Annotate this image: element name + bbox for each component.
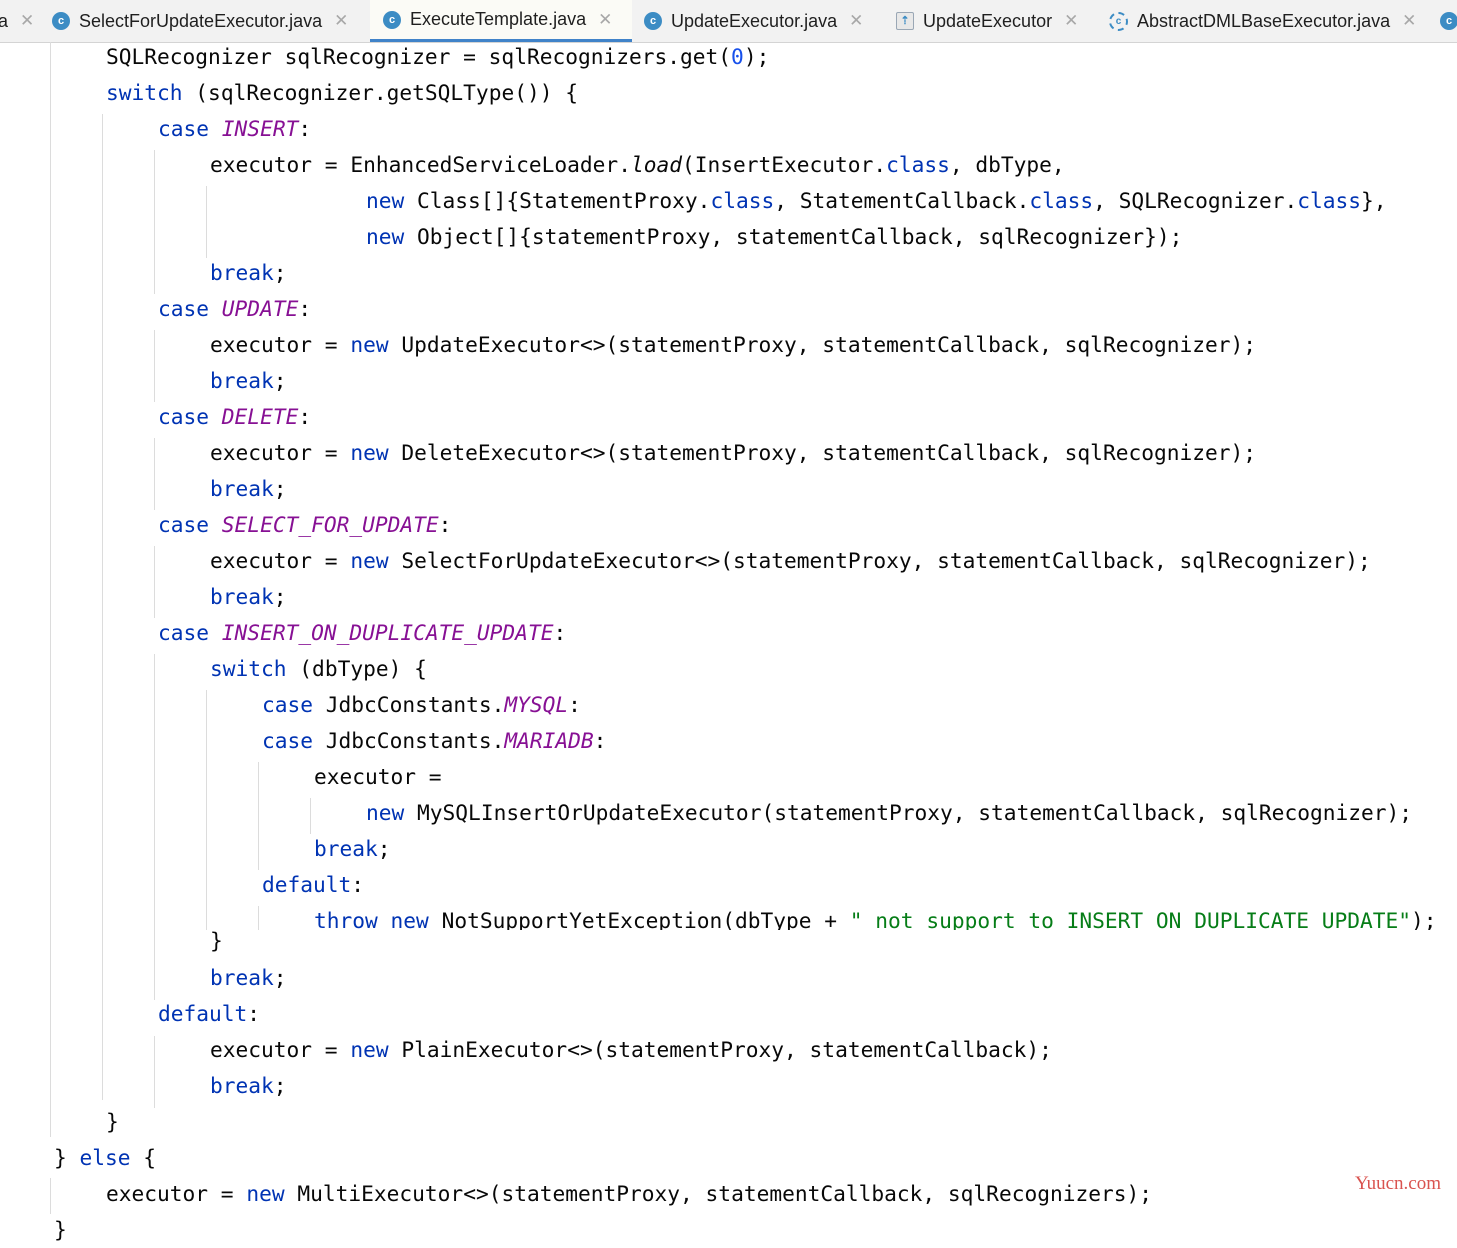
structure-icon: ⇡ bbox=[896, 12, 914, 30]
indent-guide bbox=[258, 762, 259, 870]
abstract-class-icon: c bbox=[1109, 11, 1128, 31]
watermark: Yuucn.com bbox=[1354, 1173, 1441, 1194]
code-line[interactable]: SQLRecognizer sqlRecognizer = sqlRecogni… bbox=[106, 39, 769, 75]
tab-abstract-dml-base-executor[interactable]: c AbstractDMLBaseExecutor.java ✕ bbox=[1109, 0, 1433, 42]
code-line[interactable]: new MySQLInsertOrUpdateExecutor(statemen… bbox=[366, 795, 1412, 831]
indent-guide bbox=[154, 654, 155, 1000]
tab-overflow[interactable]: c bbox=[1440, 0, 1457, 42]
indent-guide bbox=[50, 42, 51, 1137]
code-line[interactable]: break; bbox=[210, 255, 287, 291]
tab-label: UpdateExecutor.java bbox=[671, 10, 838, 31]
code-line[interactable]: executor = new PlainExecutor<>(statement… bbox=[210, 1032, 1052, 1068]
code-line[interactable]: case DELETE: bbox=[158, 399, 311, 435]
close-icon[interactable]: ✕ bbox=[849, 11, 863, 31]
indent-guide bbox=[154, 150, 155, 294]
indent-guide bbox=[154, 438, 155, 510]
code-line[interactable]: } else { bbox=[54, 1140, 156, 1176]
indent-guide bbox=[258, 906, 259, 930]
tab-truncated[interactable]: a ✕ bbox=[0, 0, 38, 42]
code-line[interactable]: new Class[]{StatementProxy.class, Statem… bbox=[366, 183, 1387, 219]
close-icon[interactable]: ✕ bbox=[1402, 11, 1416, 31]
code-line[interactable]: break; bbox=[210, 363, 287, 399]
code-line[interactable]: break; bbox=[210, 960, 287, 996]
code-line[interactable]: } bbox=[106, 1104, 119, 1140]
indent-guide bbox=[206, 690, 207, 930]
tab-label: AbstractDMLBaseExecutor.java bbox=[1137, 10, 1391, 31]
code-line[interactable]: executor = new UpdateExecutor<>(statemen… bbox=[210, 327, 1256, 363]
indent-guide bbox=[50, 1178, 51, 1214]
tab-label: SelectForUpdateExecutor.java bbox=[79, 10, 323, 31]
tab-update-executor-java[interactable]: c UpdateExecutor.java ✕ bbox=[644, 0, 880, 42]
close-icon[interactable]: ✕ bbox=[20, 11, 34, 31]
code-line[interactable]: executor = new DeleteExecutor<>(statemen… bbox=[210, 435, 1256, 471]
code-line[interactable]: default: bbox=[262, 867, 364, 903]
code-line[interactable]: case SELECT_FOR_UPDATE: bbox=[158, 507, 451, 543]
indent-guide bbox=[102, 114, 103, 1100]
code-line[interactable]: executor = new MultiExecutor<>(statement… bbox=[106, 1176, 1152, 1212]
class-icon: c bbox=[383, 10, 401, 29]
code-line[interactable]: default: bbox=[158, 996, 260, 1032]
indent-guide bbox=[154, 330, 155, 402]
code-line[interactable]: case INSERT: bbox=[158, 111, 311, 147]
tab-execute-template[interactable]: c ExecuteTemplate.java ✕ bbox=[370, 0, 632, 42]
code-line[interactable]: new Object[]{statementProxy, statementCa… bbox=[366, 219, 1182, 255]
code-line[interactable]: switch (sqlRecognizer.getSQLType()) { bbox=[106, 75, 578, 111]
close-icon[interactable]: ✕ bbox=[334, 11, 348, 31]
indent-guide bbox=[206, 186, 207, 258]
code-line[interactable]: case JdbcConstants.MYSQL: bbox=[262, 687, 581, 723]
tab-label: ExecuteTemplate.java bbox=[410, 9, 587, 29]
indent-guide bbox=[154, 1036, 155, 1108]
code-line[interactable]: break; bbox=[210, 579, 287, 615]
code-line[interactable]: break; bbox=[210, 1068, 287, 1104]
code-line[interactable]: executor = new SelectForUpdateExecutor<>… bbox=[210, 543, 1371, 579]
code-editor[interactable]: SQLRecognizer sqlRecognizer = sqlRecogni… bbox=[0, 39, 1457, 1242]
code-line[interactable]: } bbox=[210, 923, 223, 959]
code-line[interactable]: } bbox=[54, 1212, 67, 1248]
code-line[interactable]: case INSERT_ON_DUPLICATE_UPDATE: bbox=[158, 615, 566, 651]
close-icon[interactable]: ✕ bbox=[598, 10, 612, 30]
code-line[interactable]: case UPDATE: bbox=[158, 291, 311, 327]
code-line[interactable]: switch (dbType) { bbox=[210, 651, 427, 687]
code-line[interactable]: break; bbox=[314, 831, 391, 867]
close-icon[interactable]: ✕ bbox=[1064, 11, 1078, 31]
indent-guide bbox=[310, 798, 311, 834]
code-line[interactable]: case JdbcConstants.MARIADB: bbox=[262, 723, 606, 759]
class-icon: c bbox=[52, 12, 70, 30]
editor-tab-bar: a ✕ c SelectForUpdateExecutor.java ✕ c E… bbox=[0, 0, 1457, 43]
code-line[interactable]: executor = bbox=[314, 759, 442, 795]
code-line[interactable]: executor = EnhancedServiceLoader.load(In… bbox=[210, 147, 1065, 183]
class-icon: c bbox=[1440, 12, 1457, 30]
class-icon: c bbox=[644, 12, 662, 30]
tab-update-executor-structure[interactable]: ⇡ UpdateExecutor ✕ bbox=[896, 0, 1092, 42]
tab-label: a bbox=[0, 11, 8, 32]
indent-guide bbox=[154, 546, 155, 618]
code-line[interactable]: break; bbox=[210, 471, 287, 507]
tab-select-for-update-executor[interactable]: c SelectForUpdateExecutor.java ✕ bbox=[52, 0, 366, 42]
code-line[interactable]: throw new NotSupportYetException(dbType … bbox=[314, 903, 1437, 930]
tab-label: UpdateExecutor bbox=[923, 10, 1053, 31]
